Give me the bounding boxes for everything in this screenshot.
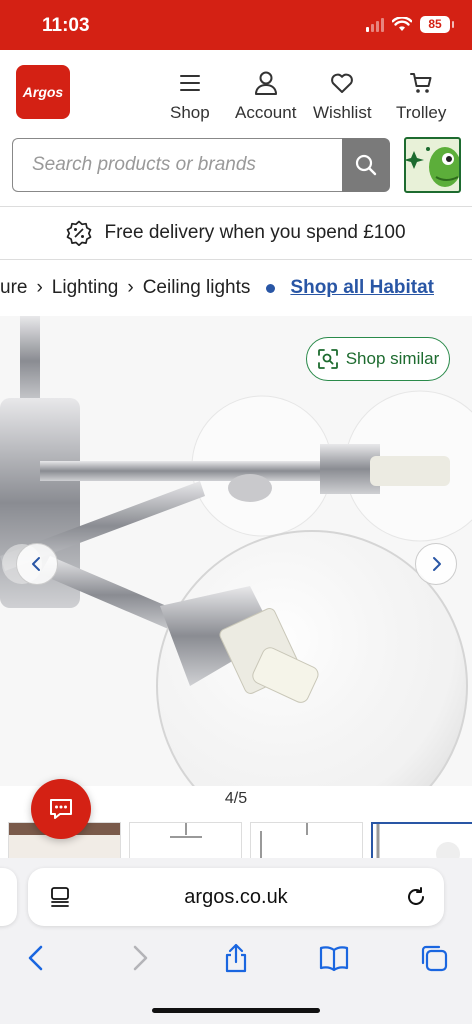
thumbnail-image: [130, 823, 241, 859]
breadcrumb-dot: [266, 283, 276, 293]
delivery-banner: Free delivery when you spend £100: [0, 207, 472, 259]
site-header: Argos Shop Account Wishlist Trolley: [0, 50, 472, 134]
chevron-left-icon: [32, 557, 40, 571]
page-menu-icon[interactable]: [48, 885, 72, 909]
url-text: argos.co.uk: [184, 885, 288, 908]
breadcrumb: ure › Lighting › Ceiling lights Shop all…: [0, 260, 472, 316]
visual-search-icon: [317, 349, 338, 369]
address-bar[interactable]: argos.co.uk: [28, 868, 444, 926]
thumbnail-active[interactable]: [371, 822, 472, 860]
search-input[interactable]: Search products or brands: [12, 138, 343, 192]
breadcrumb-item[interactable]: ure: [0, 277, 27, 299]
thumbnail-image: [251, 823, 362, 859]
thumbnail[interactable]: [250, 822, 363, 860]
cellular-signal-icon: [366, 17, 384, 32]
nav-shop-label: Shop: [170, 103, 210, 122]
breadcrumb-item[interactable]: Ceiling lights: [143, 277, 251, 299]
chat-icon: [50, 799, 72, 819]
previous-tab-preview[interactable]: [0, 868, 17, 926]
product-image-gallery[interactable]: [0, 316, 472, 786]
home-indicator: [152, 1008, 320, 1013]
nav-wishlist-label: Wishlist: [313, 103, 372, 122]
status-bar: 11:03 85: [0, 0, 472, 50]
menu-icon: [179, 75, 200, 91]
heart-icon: [331, 73, 354, 93]
thumbnail-image: [373, 824, 472, 858]
status-indicators: 85: [366, 16, 454, 33]
shop-similar-button[interactable]: Shop similar: [306, 337, 450, 381]
user-icon: [254, 71, 277, 95]
trolley-icon: [410, 73, 432, 93]
search-icon: [355, 154, 377, 176]
thumbnail[interactable]: [129, 822, 242, 860]
share-icon[interactable]: [221, 943, 251, 973]
tabs-icon[interactable]: [419, 943, 449, 973]
chevron-right-icon: ›: [36, 277, 43, 298]
next-image-button[interactable]: [415, 543, 457, 585]
search-button[interactable]: [342, 138, 390, 192]
product-image: [0, 316, 472, 786]
browser-toolbar: argos.co.uk: [0, 858, 472, 1024]
chevron-right-icon: ›: [127, 277, 134, 298]
back-icon[interactable]: [24, 943, 50, 973]
nav-account-label: Account: [235, 103, 297, 122]
chat-button[interactable]: [31, 779, 91, 839]
nav-account[interactable]: Account: [235, 70, 296, 123]
search-row: Search products or brands: [0, 137, 472, 195]
discount-badge-icon: [67, 220, 92, 246]
shop-all-habitat-link[interactable]: Shop all Habitat: [290, 277, 434, 299]
breadcrumb-item[interactable]: Lighting: [52, 277, 119, 299]
nav-shop[interactable]: Shop: [170, 70, 210, 123]
delivery-text: Free delivery when you spend £100: [104, 222, 406, 243]
reload-icon[interactable]: [404, 885, 428, 909]
forward-icon[interactable]: [126, 943, 152, 973]
promo-character-tile[interactable]: [404, 137, 461, 193]
nav-trolley-label: Trolley: [396, 103, 447, 122]
previous-image-button[interactable]: [16, 543, 58, 585]
battery-icon: 85: [420, 16, 454, 33]
nav-wishlist[interactable]: Wishlist: [313, 70, 372, 123]
lizard-mascot-icon: [406, 147, 459, 187]
shop-similar-label: Shop similar: [345, 349, 440, 368]
chevron-right-icon: [433, 557, 441, 571]
status-time: 11:03: [42, 15, 90, 36]
wifi-icon: [392, 17, 412, 31]
argos-logo[interactable]: Argos: [16, 65, 70, 119]
nav-trolley[interactable]: Trolley: [396, 70, 446, 123]
bookmarks-icon[interactable]: [318, 943, 350, 973]
